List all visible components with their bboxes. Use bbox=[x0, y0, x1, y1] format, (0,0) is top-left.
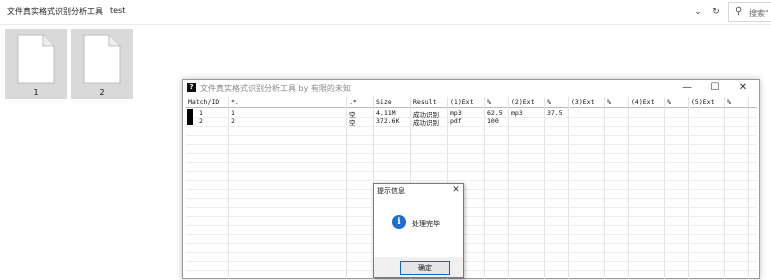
column-header[interactable]: *. bbox=[231, 98, 239, 106]
table-cell: 1 bbox=[199, 109, 203, 117]
column-header[interactable]: % bbox=[547, 98, 551, 106]
row-selector-marker bbox=[187, 109, 193, 117]
dialog-titlebar: 提示信息 ✕ bbox=[374, 184, 463, 197]
table-cell: pdf bbox=[450, 117, 462, 125]
app-title: 文件真实格式识别分析工具 by 有限的未知 bbox=[200, 84, 351, 93]
app-titlebar: ? 文件真实格式识别分析工具 by 有限的未知 — ☐ ✕ bbox=[183, 80, 759, 96]
grid-row-divider bbox=[186, 198, 757, 199]
column-header[interactable]: Match/ID bbox=[188, 98, 219, 106]
column-header[interactable]: % bbox=[667, 98, 671, 106]
table-cell: 成功识别 bbox=[413, 119, 439, 127]
column-header[interactable]: Size bbox=[376, 98, 392, 106]
table-cell: mp3 bbox=[511, 109, 523, 117]
table-row[interactable]: 2 2 空 372.6K 成功识别 pdf 100 bbox=[186, 117, 757, 127]
close-icon[interactable]: ✕ bbox=[450, 184, 462, 197]
results-grid[interactable]: Match/ID *. .* Size Result (1)Ext% (2)Ext% (3)E… bbox=[186, 97, 757, 280]
close-icon[interactable]: ✕ bbox=[729, 80, 757, 96]
grid-row-divider bbox=[186, 234, 757, 235]
grid-row-divider bbox=[186, 171, 757, 172]
table-cell: 空 bbox=[349, 119, 356, 127]
table-cell: 2 bbox=[231, 117, 235, 125]
grid-row-divider bbox=[186, 135, 757, 136]
grid-row-divider bbox=[186, 270, 757, 271]
file-item[interactable]: 2 bbox=[71, 29, 133, 99]
search-input[interactable]: ⚲ 搜索" bbox=[728, 2, 771, 22]
message-dialog: 提示信息 ✕ i 处理完毕 确定 bbox=[373, 183, 464, 278]
column-header[interactable]: % bbox=[487, 98, 491, 106]
breadcrumb-current[interactable]: test bbox=[110, 6, 125, 15]
file-name: 1 bbox=[33, 88, 39, 97]
app-icon: ? bbox=[187, 83, 196, 92]
minimize-icon[interactable]: — bbox=[673, 80, 701, 96]
dialog-body: i 处理完毕 bbox=[374, 197, 463, 257]
search-placeholder: 搜索" bbox=[749, 9, 769, 18]
grid-row-divider bbox=[186, 144, 757, 145]
grid-row-divider bbox=[186, 189, 757, 190]
column-header[interactable]: % bbox=[727, 98, 731, 106]
grid-row-divider bbox=[186, 216, 757, 217]
column-header[interactable]: (3)Ext bbox=[571, 98, 594, 106]
table-cell: mp3 bbox=[450, 109, 462, 117]
grid-row-divider bbox=[186, 207, 757, 208]
dialog-message: 处理完毕 bbox=[412, 220, 440, 228]
grid-row-divider bbox=[186, 126, 757, 127]
address-bar: 文件真实格式识别分析工具 › test ⌄ ↻ ⚲ 搜索" bbox=[0, 0, 771, 25]
row-selector-marker bbox=[187, 117, 193, 125]
info-icon: i bbox=[392, 215, 406, 229]
column-header[interactable]: % bbox=[607, 98, 611, 106]
grid-row-divider bbox=[186, 243, 757, 244]
search-icon: ⚲ bbox=[735, 6, 743, 17]
table-cell: 1 bbox=[231, 109, 235, 117]
chevron-down-icon[interactable]: ⌄ bbox=[689, 3, 707, 21]
blank-file-icon bbox=[17, 34, 55, 84]
file-name: 2 bbox=[99, 88, 105, 97]
table-cell: 100 bbox=[487, 117, 499, 125]
grid-row-divider bbox=[186, 162, 757, 163]
column-header[interactable]: (1)Ext bbox=[450, 98, 473, 106]
grid-row-divider bbox=[186, 180, 757, 181]
grid-row-divider bbox=[186, 225, 757, 226]
table-cell: 2 bbox=[199, 117, 203, 125]
breadcrumb-folder[interactable]: 文件真实格式识别分析工具 bbox=[7, 6, 103, 17]
blank-file-icon bbox=[83, 34, 121, 84]
table-cell: 372.6K bbox=[376, 117, 400, 125]
table-cell: 4.11M bbox=[376, 109, 396, 117]
breadcrumb-separator-icon: › bbox=[98, 6, 102, 15]
table-cell: 37.5 bbox=[547, 109, 563, 117]
grid-header: Match/ID *. .* Size Result (1)Ext% (2)Ext% (3)E… bbox=[186, 97, 757, 108]
grid-row-divider bbox=[186, 153, 757, 154]
column-header[interactable]: (4)Ext bbox=[631, 98, 654, 106]
refresh-icon[interactable]: ↻ bbox=[707, 3, 725, 21]
column-header[interactable]: .* bbox=[349, 98, 357, 106]
ok-button[interactable]: 确定 bbox=[400, 261, 450, 275]
file-item[interactable]: 1 bbox=[5, 29, 67, 99]
column-header[interactable]: Result bbox=[413, 98, 436, 106]
column-header[interactable]: (2)Ext bbox=[511, 98, 534, 106]
app-window: ? 文件真实格式识别分析工具 by 有限的未知 — ☐ ✕ Match/ID *.… bbox=[182, 79, 760, 280]
maximize-icon[interactable]: ☐ bbox=[701, 80, 729, 96]
table-cell: 62.5 bbox=[487, 109, 503, 117]
column-header[interactable]: (5)Ext bbox=[691, 98, 714, 106]
grid-row-divider bbox=[186, 252, 757, 253]
grid-row-divider bbox=[186, 261, 757, 262]
dialog-title: 提示信息 bbox=[377, 187, 405, 195]
